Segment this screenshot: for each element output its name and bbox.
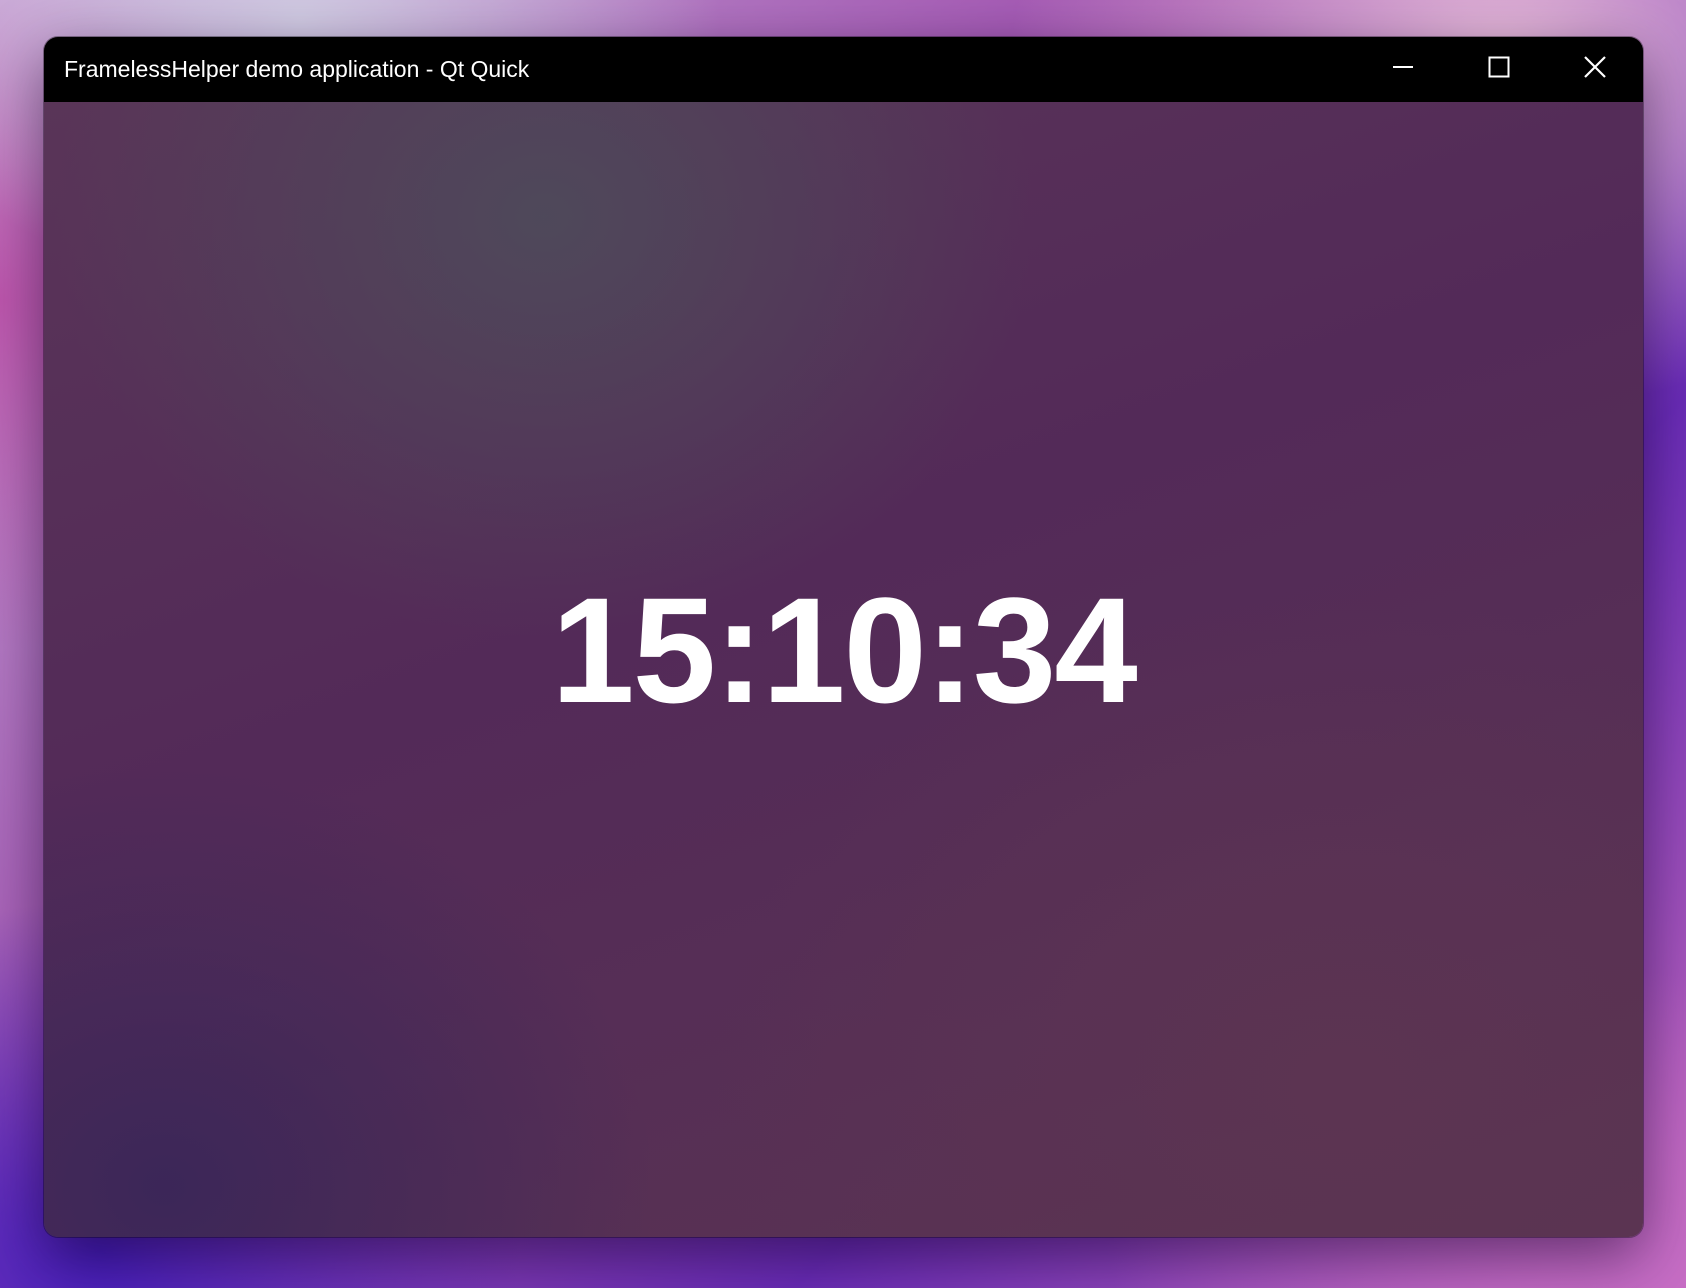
desktop-background: FramelessHelper demo application - Qt Qu… [0,0,1686,1288]
clock-area: 15:10:34 [44,102,1643,1237]
maximize-icon [1488,56,1510,83]
maximize-button[interactable] [1451,37,1547,102]
app-window: FramelessHelper demo application - Qt Qu… [44,37,1643,1237]
clock-time: 15:10:34 [551,566,1137,734]
minimize-button[interactable] [1355,37,1451,102]
close-button[interactable] [1547,37,1643,102]
close-icon [1583,55,1607,84]
title-bar[interactable]: FramelessHelper demo application - Qt Qu… [44,37,1643,102]
minimize-icon [1392,56,1414,83]
window-title: FramelessHelper demo application - Qt Qu… [64,56,530,82]
